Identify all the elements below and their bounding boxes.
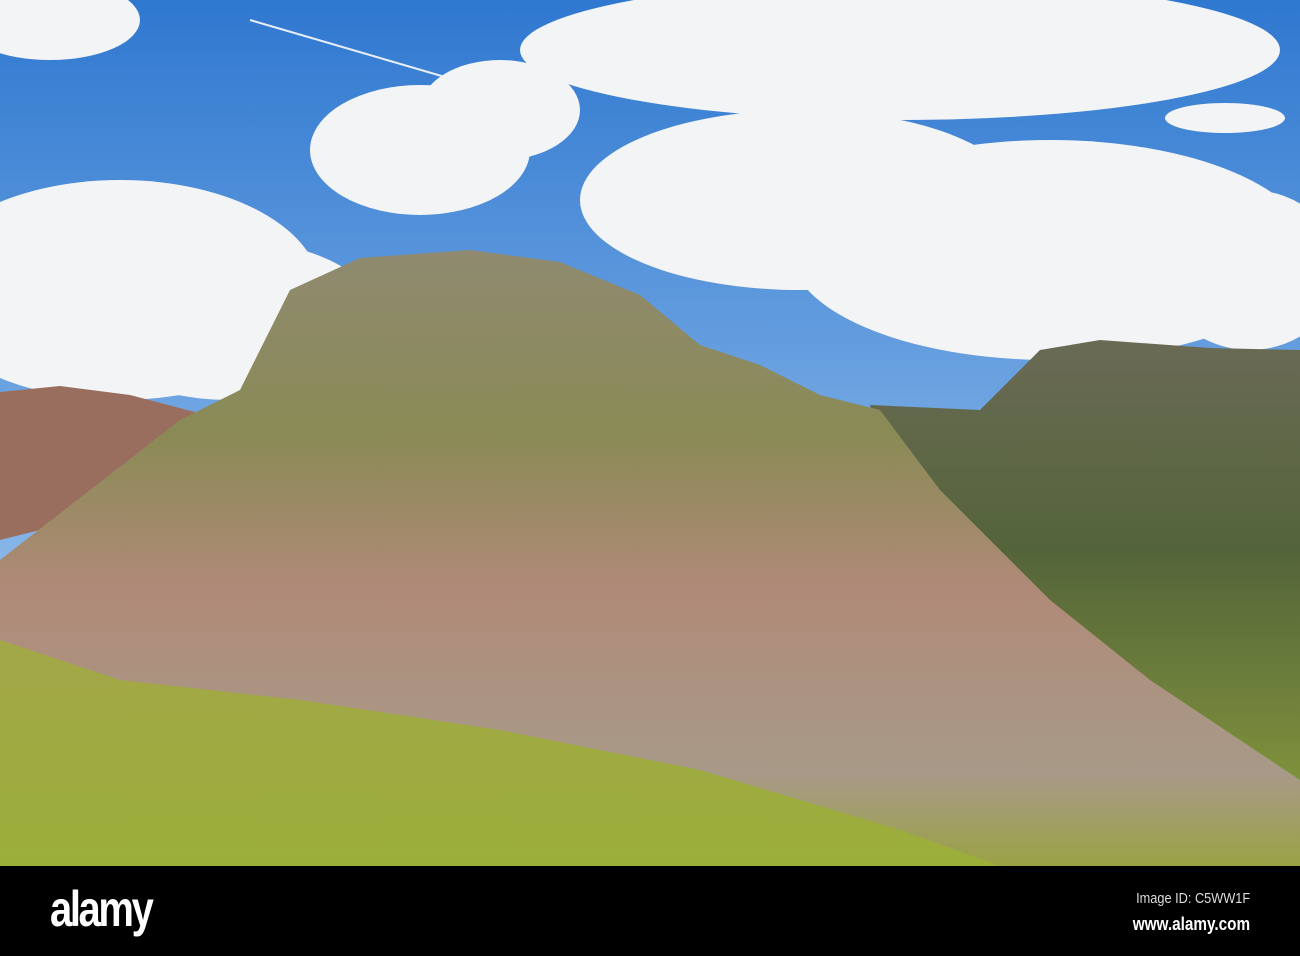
image-id: Image ID: C5WW1F <box>1135 890 1250 907</box>
alamy-logo: alamy <box>50 881 154 937</box>
site-url: www.alamy.com <box>1132 914 1250 934</box>
stock-photo: alamy Image ID: C5WW1F www.alamy.com <box>0 0 1300 956</box>
mountain-photo <box>0 0 1300 866</box>
watermark-bar: alamy Image ID: C5WW1F www.alamy.com <box>0 866 1300 956</box>
